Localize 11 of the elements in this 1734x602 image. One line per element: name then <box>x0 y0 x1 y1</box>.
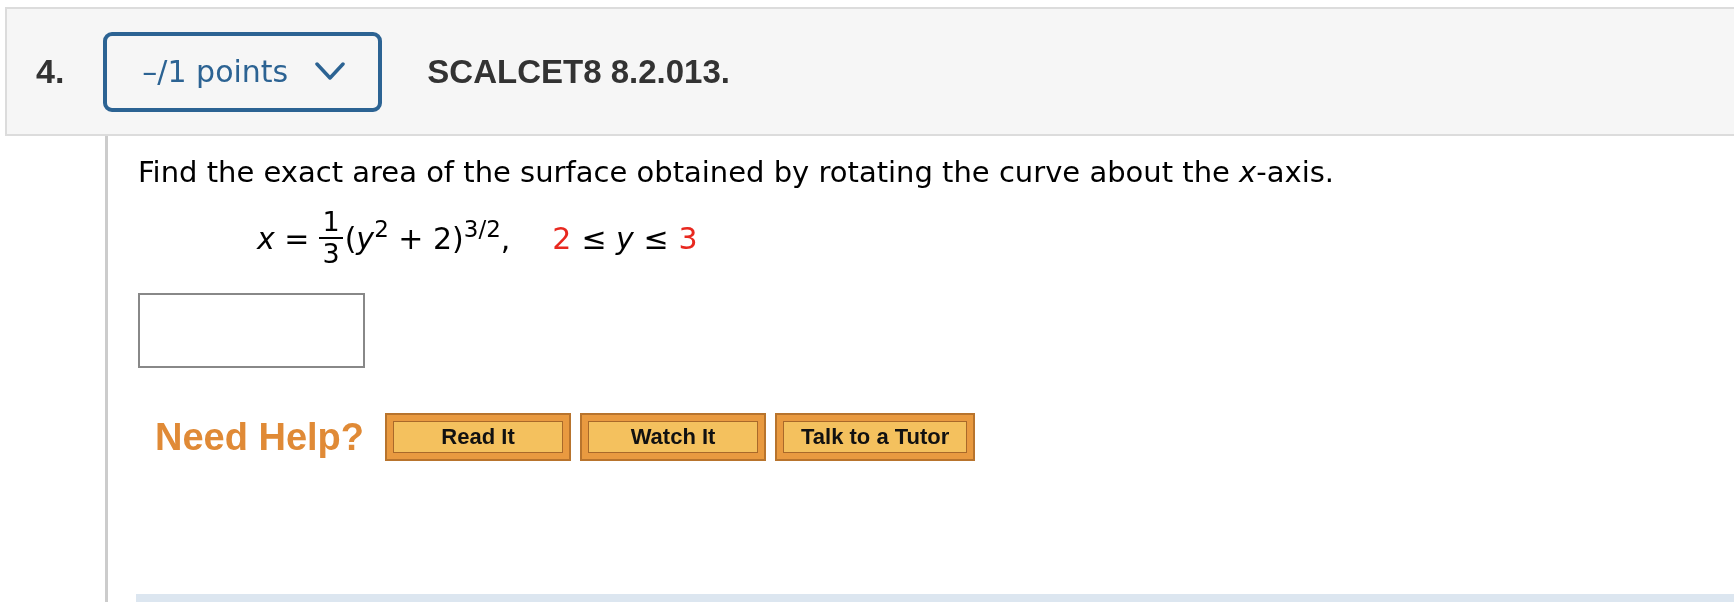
question-number: 4. <box>36 52 65 91</box>
answer-field[interactable] <box>138 293 365 368</box>
chevron-down-icon <box>315 62 346 81</box>
question-code: SCALCET8 8.2.013. <box>427 52 730 91</box>
question-text: Find the exact area of the surface obtained by rotating the curve about the x-axis. <box>138 155 1335 189</box>
interval-text: 2 ≤ y ≤ 3 <box>552 220 698 256</box>
points-dropdown[interactable]: –/1 points <box>103 31 383 112</box>
help-label: Need Help? <box>155 415 365 459</box>
help-button[interactable]: Watch It <box>580 413 767 461</box>
help-button[interactable]: Read It <box>385 413 572 461</box>
help-button[interactable]: Talk to a Tutor <box>775 413 976 461</box>
